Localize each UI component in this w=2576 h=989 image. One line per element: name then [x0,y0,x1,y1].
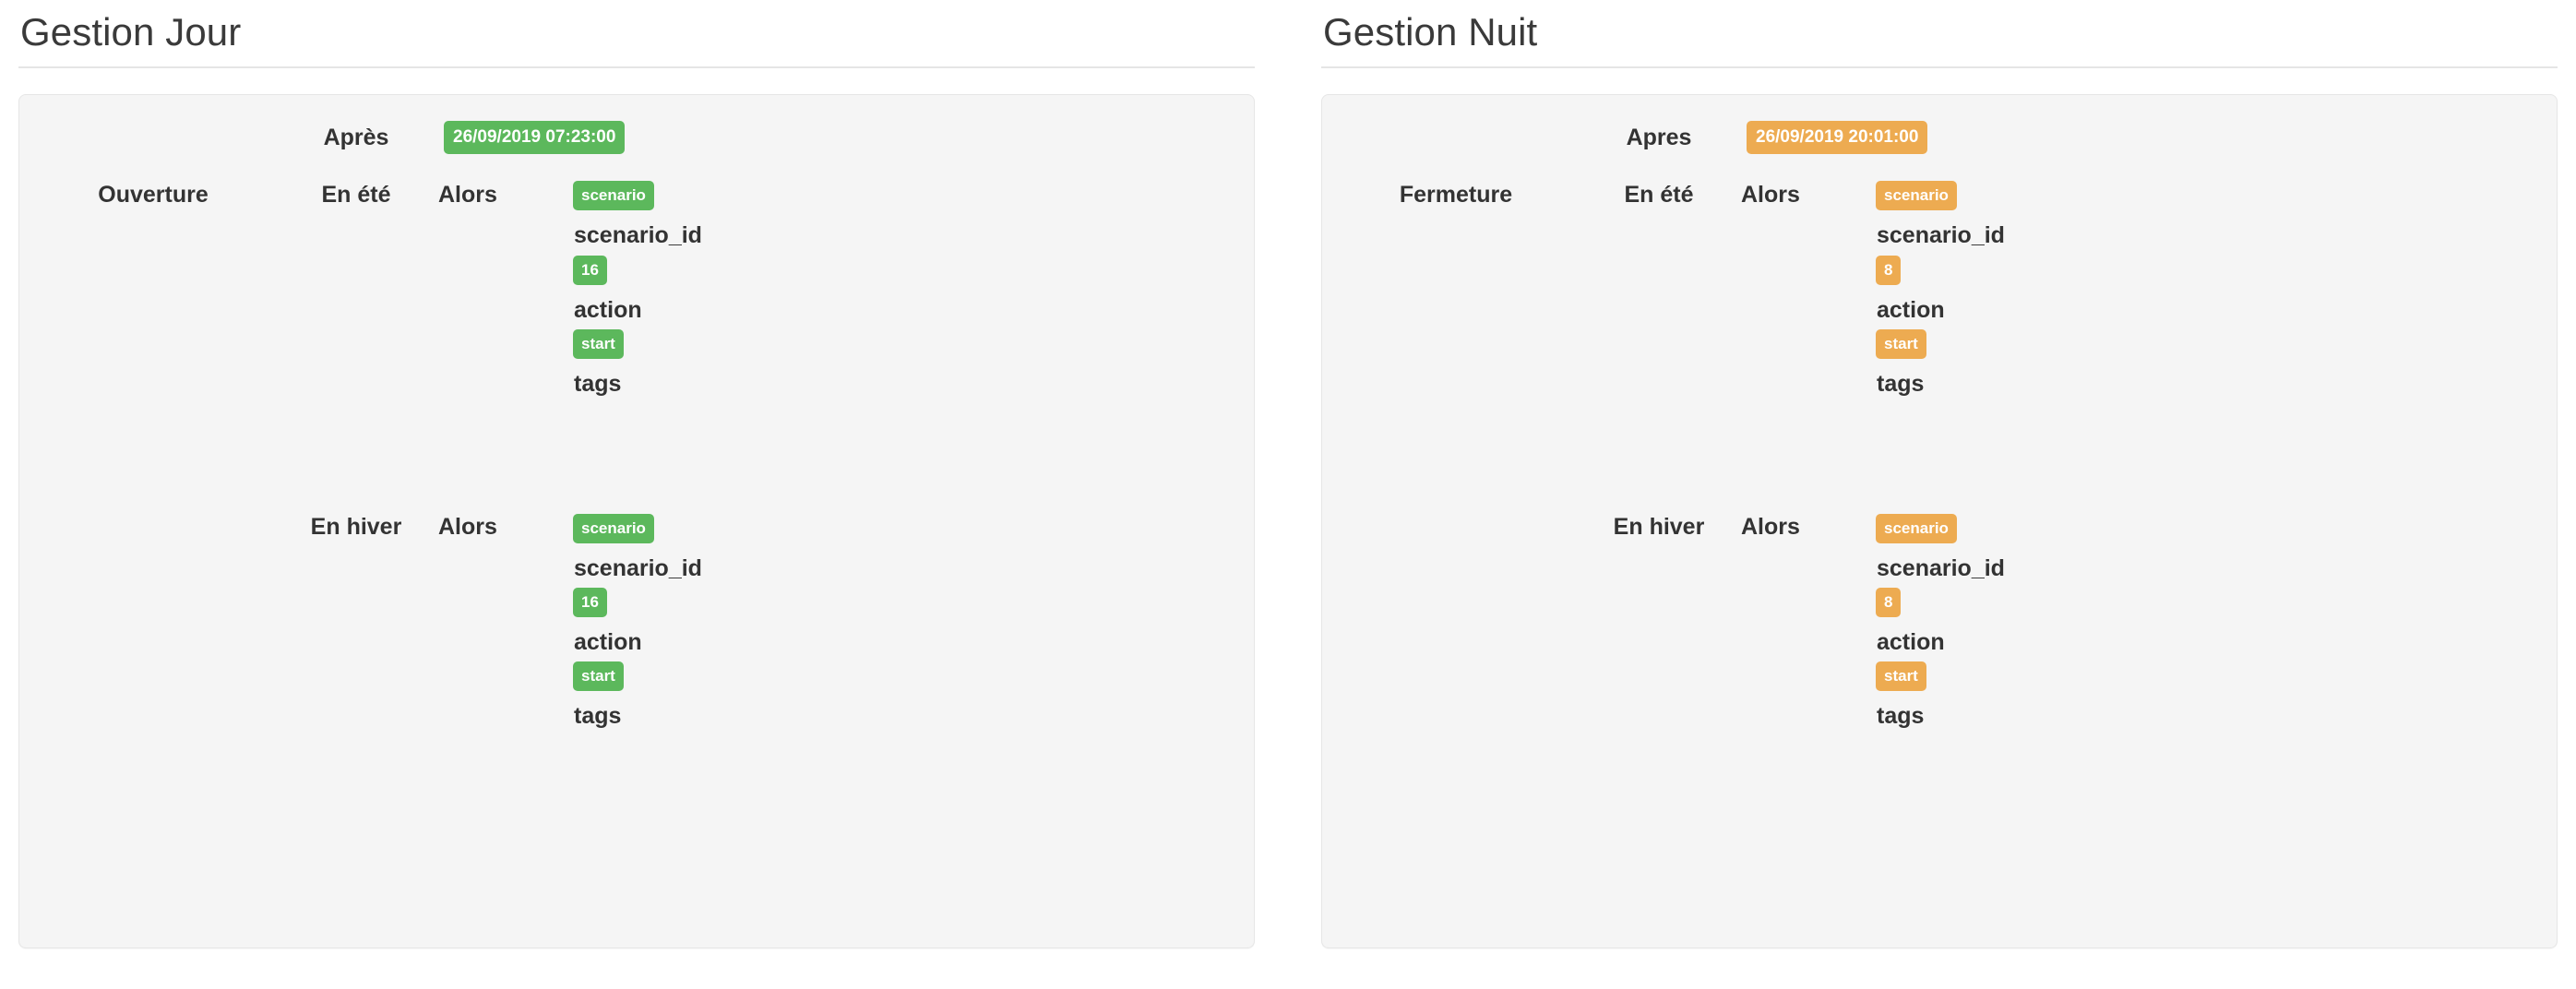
rule-event-jour-1 [19,510,287,513]
after-label-jour: Après [323,125,389,150]
panel-gestion-jour: Gestion Jour Après 26/09/2019 07:23:00 O… [0,0,1288,989]
detail-type-line-jour-1: scenario [573,513,1254,543]
rule-event-nuit-1 [1322,510,1590,513]
after-row-jour: Après 26/09/2019 07:23:00 [19,95,1254,154]
detail-type-line-jour-0: scenario [573,181,1254,211]
rule-then-jour-1: Alors [438,514,497,541]
after-badge-cell-nuit: 26/09/2019 20:01:00 [1728,121,2557,154]
panel-gestion-nuit: Gestion Nuit Apres 26/09/2019 20:01:00 F… [1288,0,2576,989]
after-spacer-nuit [1322,121,1590,124]
scenario-id-badge-nuit-1[interactable]: 8 [1876,587,1902,617]
action-key-jour-0: action [574,296,642,323]
action-key-nuit-0: action [1877,296,1945,323]
scenario-id-value-line-jour-1: 16 [573,587,1254,617]
scenario-type-badge-jour-0[interactable]: scenario [573,181,654,211]
action-badge-nuit-0[interactable]: start [1876,329,1926,360]
rule-row-jour-0: Ouverture En été Alors scenario scenario… [19,154,1254,398]
after-row-nuit: Apres 26/09/2019 20:01:00 [1322,95,2557,154]
scenario-id-badge-jour-0[interactable]: 16 [573,255,607,285]
action-key-nuit-1: action [1877,628,1945,655]
page-title-nuit: Gestion Nuit [1323,10,1538,54]
action-value-line-jour-1: start [573,661,1254,692]
scenario-id-key-jour-1: scenario_id [574,554,702,581]
title-divider-nuit [1321,66,2558,68]
action-value-line-nuit-1: start [1876,661,2557,692]
action-badge-nuit-1[interactable]: start [1876,661,1926,692]
rule-then-nuit-1: Alors [1741,514,1800,541]
page-title-jour: Gestion Jour [20,10,242,54]
page-root: Gestion Jour Après 26/09/2019 07:23:00 O… [0,0,2576,989]
scenario-type-badge-nuit-0[interactable]: scenario [1876,181,1957,211]
rule-season-jour-0: En été [321,182,391,208]
rule-detail-nuit-0: scenario scenario_id 8 action start tags [1848,178,2557,398]
title-divider-jour [18,66,1255,68]
tags-key-nuit-1: tags [1877,703,1925,730]
rule-season-nuit-0: En été [1624,182,1694,208]
scenario-type-badge-nuit-1[interactable]: scenario [1876,513,1957,543]
rule-row-nuit-1: En hiver Alors scenario scenario_id 8 ac… [1322,510,2557,730]
after-datetime-badge-jour[interactable]: 26/09/2019 07:23:00 [444,121,626,154]
rule-event-nuit-0: Fermeture [1399,182,1513,208]
rule-detail-jour-0: scenario scenario_id 16 action start tag… [545,178,1254,398]
rule-row-nuit-0: Fermeture En été Alors scenario scenario… [1322,154,2557,398]
rule-season-jour-1: En hiver [310,514,402,541]
scenario-id-value-line-nuit-1: 8 [1876,587,2557,617]
after-label-nuit: Apres [1626,125,1692,150]
rule-detail-jour-1: scenario scenario_id 16 action start tag… [545,510,1254,730]
rule-row-jour-1: En hiver Alors scenario scenario_id 16 a… [19,510,1254,730]
action-value-line-jour-0: start [573,329,1254,360]
rule-gap-jour [19,398,1254,510]
tags-key-jour-1: tags [574,703,622,730]
detail-type-line-nuit-0: scenario [1876,181,2557,211]
scenario-id-badge-jour-1[interactable]: 16 [573,587,607,617]
action-value-line-nuit-0: start [1876,329,2557,360]
rule-then-jour-0: Alors [438,182,497,208]
scenario-id-key-nuit-0: scenario_id [1877,222,2005,249]
after-datetime-badge-nuit[interactable]: 26/09/2019 20:01:00 [1747,121,1928,154]
rule-detail-nuit-1: scenario scenario_id 8 action start tags [1848,510,2557,730]
rule-gap-nuit [1322,398,2557,510]
rules-card-nuit: Apres 26/09/2019 20:01:00 Fermeture En é… [1321,94,2558,948]
scenario-id-value-line-jour-0: 16 [573,255,1254,285]
action-key-jour-1: action [574,628,642,655]
rule-then-nuit-0: Alors [1741,182,1800,208]
action-badge-jour-0[interactable]: start [573,329,624,360]
after-spacer-jour [19,121,287,124]
scenario-id-value-line-nuit-0: 8 [1876,255,2557,285]
rule-season-nuit-1: En hiver [1613,514,1705,541]
action-badge-jour-1[interactable]: start [573,661,624,692]
rules-card-jour: Après 26/09/2019 07:23:00 Ouverture En é… [18,94,1255,948]
scenario-id-key-jour-0: scenario_id [574,222,702,249]
scenario-id-badge-nuit-0[interactable]: 8 [1876,255,1902,285]
scenario-type-badge-jour-1[interactable]: scenario [573,513,654,543]
scenario-id-key-nuit-1: scenario_id [1877,554,2005,581]
rule-event-jour-0: Ouverture [98,182,209,208]
after-badge-cell-jour: 26/09/2019 07:23:00 [425,121,1254,154]
tags-key-jour-0: tags [574,371,622,398]
detail-type-line-nuit-1: scenario [1876,513,2557,543]
tags-key-nuit-0: tags [1877,371,1925,398]
